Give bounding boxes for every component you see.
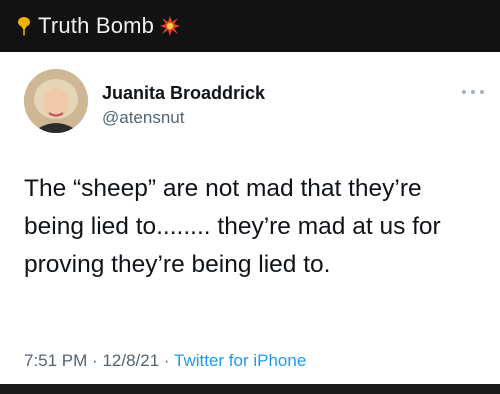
screenshot-frame: Truth Bomb Juanita Broaddrick @atensnut xyxy=(0,0,500,394)
author-handle[interactable]: @atensnut xyxy=(102,108,184,128)
meta-separator: · xyxy=(92,351,98,370)
tweet-text: The “sheep” are not mad that they’re bei… xyxy=(24,175,441,278)
tweet-source-link[interactable]: Twitter for iPhone xyxy=(174,351,306,370)
tweet-time[interactable]: 7:51 PM xyxy=(24,351,87,370)
tweet-meta: 7:51 PM · 12/8/21 · Twitter for iPhone xyxy=(24,351,306,371)
avatar[interactable] xyxy=(24,69,88,133)
post-title-bar: Truth Bomb xyxy=(0,0,500,52)
tweet-card: Juanita Broaddrick @atensnut The “sheep”… xyxy=(0,52,500,384)
author-name[interactable]: Juanita Broaddrick xyxy=(102,83,265,104)
ellipsis-icon[interactable] xyxy=(462,88,484,96)
meta-separator: · xyxy=(163,351,170,370)
ellipsis-dot xyxy=(480,90,484,94)
pin-icon xyxy=(16,16,32,36)
ellipsis-dot xyxy=(462,90,466,94)
ellipsis-dot xyxy=(471,90,475,94)
post-title: Truth Bomb xyxy=(38,13,155,38)
bottom-border xyxy=(0,384,500,394)
tweet-date[interactable]: 12/8/21 xyxy=(102,351,159,370)
explosion-icon xyxy=(160,16,181,36)
